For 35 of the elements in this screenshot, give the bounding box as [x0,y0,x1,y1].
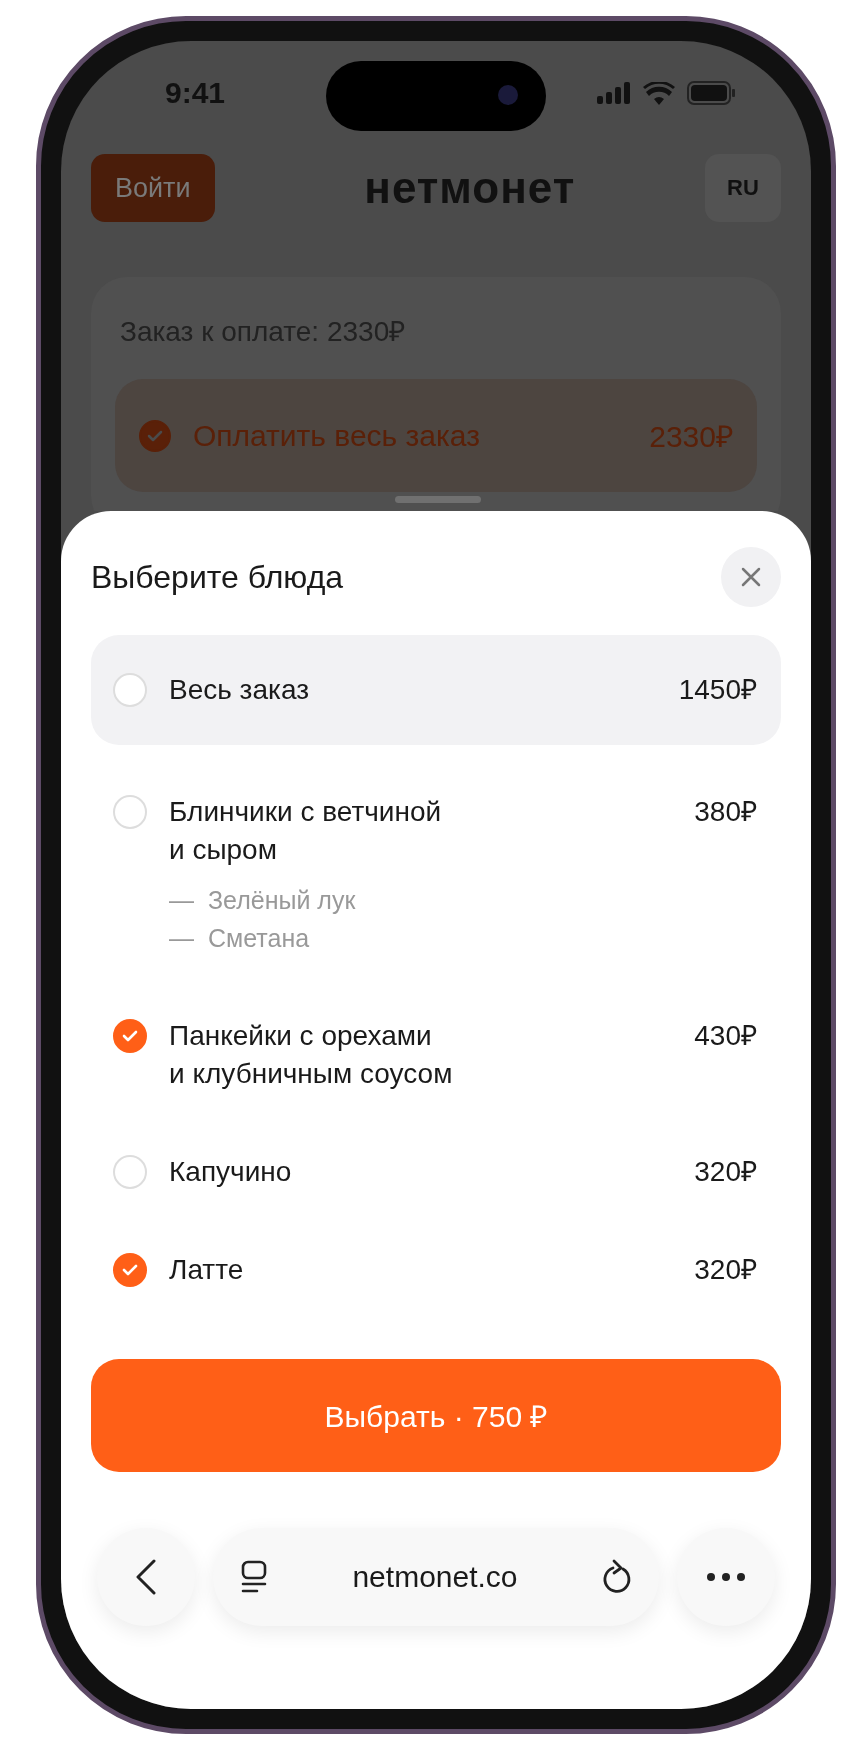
sheet-grabber[interactable] [395,496,481,503]
close-icon [740,566,762,588]
whole-order-row[interactable]: Весь заказ 1450₽ [91,635,781,745]
dish-row[interactable]: Блинчики с ветчиной и сыром — Зелёный лук — Сметана 380₽ [91,763,781,987]
modifier-text: Зелёный лук [208,885,356,916]
dish-price: 320₽ [694,1253,757,1287]
dish-name: Панкейки с орехами и клубничным соусом [169,1019,454,1091]
dish-row[interactable]: Панкейки с орехами и клубничным соусом 430₽ [91,987,781,1123]
dish-row[interactable]: Латте 320₽ [91,1221,781,1319]
pay-option-amount: 2330₽ [649,419,733,455]
dish-price: 1450₽ [678,673,757,707]
tabs-icon [239,1560,269,1594]
dish-name: Блинчики с ветчиной и сыром [169,795,443,867]
dish-name: Весь заказ [169,673,310,707]
dish-row[interactable]: Капучино 320₽ [91,1123,781,1221]
signal-icon [597,82,631,104]
battery-icon [687,81,735,105]
dish-name: Капучино [169,1155,293,1189]
status-time: 9:41 [165,76,226,110]
dish-price: 380₽ [694,795,757,829]
modifier-text: Сметана [208,923,310,954]
address-bar[interactable]: netmonet.co [213,1528,659,1626]
more-dots-icon [706,1572,746,1582]
logo: нетмонет [364,163,576,213]
modifier-dash: — [169,885,194,916]
dish-price: 320₽ [694,1155,757,1189]
dish-price: 430₽ [694,1019,757,1053]
reload-icon[interactable] [601,1559,633,1595]
sheet-title: Выберите блюда [91,558,344,596]
url-text: netmonet.co [352,1560,518,1594]
pay-option-label: Оплатить весь заказ [193,418,481,453]
dish-name: Латте [169,1253,245,1287]
wifi-icon [643,81,675,105]
back-chevron-icon [135,1559,157,1595]
modifier-dash: — [169,923,194,954]
